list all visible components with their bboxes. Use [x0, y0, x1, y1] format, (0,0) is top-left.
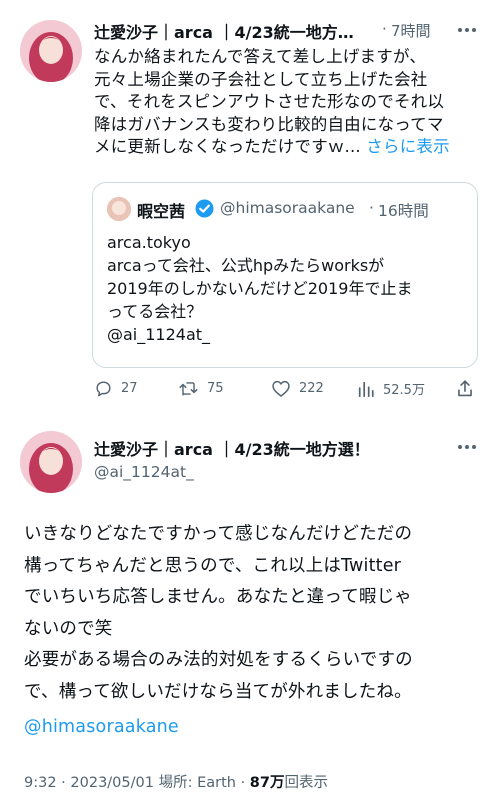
reply-author-name[interactable]: 辻愛沙子｜arca ｜4/23統一地方… [94, 19, 354, 43]
avatar[interactable] [20, 20, 82, 82]
reply-text: なんか絡まれたんで答えて差し上げますが、 元々上場企業の子会社として立ち上げた会… [94, 46, 450, 159]
reply-timestamp[interactable]: 7時間 [391, 20, 431, 41]
reply-action[interactable]: 27 [94, 379, 138, 398]
quoted-line: arca.tokyo [107, 233, 191, 252]
share-icon[interactable] [456, 379, 474, 402]
meta-separator: · [240, 775, 246, 791]
quoted-line: arcaって会社、公式hpみたらworksが [107, 256, 385, 275]
tweet-time[interactable]: 9:32 [24, 775, 57, 791]
tweet-meta: 9:32 · 2023/05/01 場所: Earth · 87万回表示 [24, 771, 328, 792]
main-line: 構ってちゃんだと思うので、これ以上はTwitter [24, 555, 402, 576]
quoted-line: ってる会社？ [107, 302, 203, 321]
main-line: ないので笑 [24, 618, 113, 639]
quoted-tweet-card[interactable]: 暇空茜 @himasoraakane · 16時間 arca.tokyo arc… [92, 182, 478, 368]
quoted-author-name: 暇空茜 [137, 202, 186, 221]
profile-photo-icon [20, 431, 82, 493]
heart-icon [272, 380, 290, 397]
view-count: 52.5万 [383, 383, 425, 398]
main-line: いきなりどなたですかって感じなんだけどただの [24, 524, 413, 544]
quoted-line: @ai_1124at_ [107, 325, 211, 344]
quoted-timestamp: 16時間 [378, 202, 429, 220]
reply-time-separator: · [382, 20, 387, 38]
more-options-icon[interactable] [458, 445, 476, 449]
main-line: でいちいち応答しません。あなたと違って暇じゃ [24, 587, 412, 607]
reply-count: 27 [121, 381, 138, 396]
quoted-avatar [107, 197, 131, 221]
reply-line: 降はガバナンスも変わり比較的自由になってマ [94, 114, 444, 134]
retweet-action[interactable]: 75 [178, 379, 224, 398]
verified-badge-icon [195, 199, 214, 222]
views-action[interactable]: 52.5万 [357, 379, 425, 398]
like-count: 222 [299, 381, 324, 396]
main-author-name[interactable]: 辻愛沙子｜arca ｜4/23統一地方選！ [94, 436, 370, 460]
quoted-tweet-text: arca.tokyo arcaって会社、公式hpみたらworksが 2019年の… [107, 231, 412, 346]
reply-line: メに更新しなくなっただけですｗ... さらに表示 [94, 136, 450, 159]
retweet-count: 75 [207, 381, 224, 396]
analytics-icon [358, 381, 374, 397]
show-more-link[interactable]: さらに表示 [366, 137, 450, 156]
reply-line: 元々上場企業の子会社として立ち上げた会社 [94, 69, 428, 89]
mention-link[interactable]: @himasoraakane [24, 712, 413, 744]
meta-separator: · [61, 775, 66, 791]
main-handle[interactable]: @ai_1124at_ [94, 463, 194, 481]
main-line: 必要がある場合のみ法的対処をするくらいですの [24, 650, 413, 670]
tweet-location: 場所: Earth [158, 775, 236, 791]
total-views: 87万 [249, 775, 285, 791]
reply-line: で、それをスピンアウトさせた形なのでそれ以 [94, 92, 445, 111]
main-tweet-text: いきなりどなたですかって感じなんだけどただの 構ってちゃんだと思うので、これ以上… [24, 519, 413, 744]
quoted-line: 2019年のしかないんだけど2019年で止ま [107, 279, 413, 298]
views-label: 回表示 [284, 775, 328, 791]
more-options-icon[interactable] [458, 28, 476, 32]
profile-photo-icon [20, 20, 82, 82]
reply-line: なんか絡まれたんで答えて差し上げますが、 [94, 47, 427, 66]
reply-icon [96, 381, 111, 397]
retweet-icon [179, 382, 198, 396]
like-action[interactable]: 222 [271, 379, 324, 398]
quoted-time-separator: · [369, 199, 374, 217]
profile-photo-icon [107, 197, 131, 221]
main-line: で、構って欲しいだけなら当てが外れましたね。 [24, 681, 412, 702]
reply-line-text: メに更新しなくなっただけですｗ... [94, 137, 361, 156]
quoted-handle: @himasoraakane [220, 199, 355, 217]
main-avatar[interactable] [20, 431, 82, 493]
tweet-date[interactable]: 2023/05/01 [70, 775, 154, 791]
